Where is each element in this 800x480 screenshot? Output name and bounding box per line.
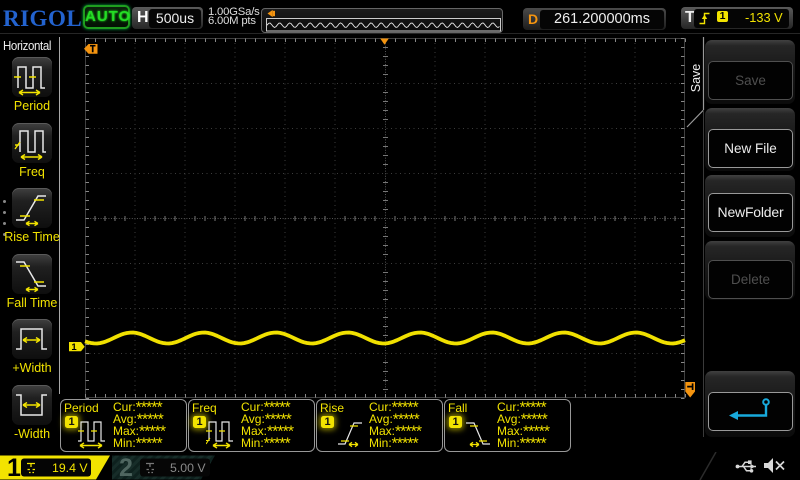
svg-text:1: 1 bbox=[71, 342, 77, 353]
svg-text:5.00 V: 5.00 V bbox=[170, 461, 206, 475]
svg-text:19.4 V: 19.4 V bbox=[52, 461, 88, 475]
svg-text:2: 2 bbox=[119, 454, 133, 480]
svg-text:1: 1 bbox=[7, 454, 21, 480]
